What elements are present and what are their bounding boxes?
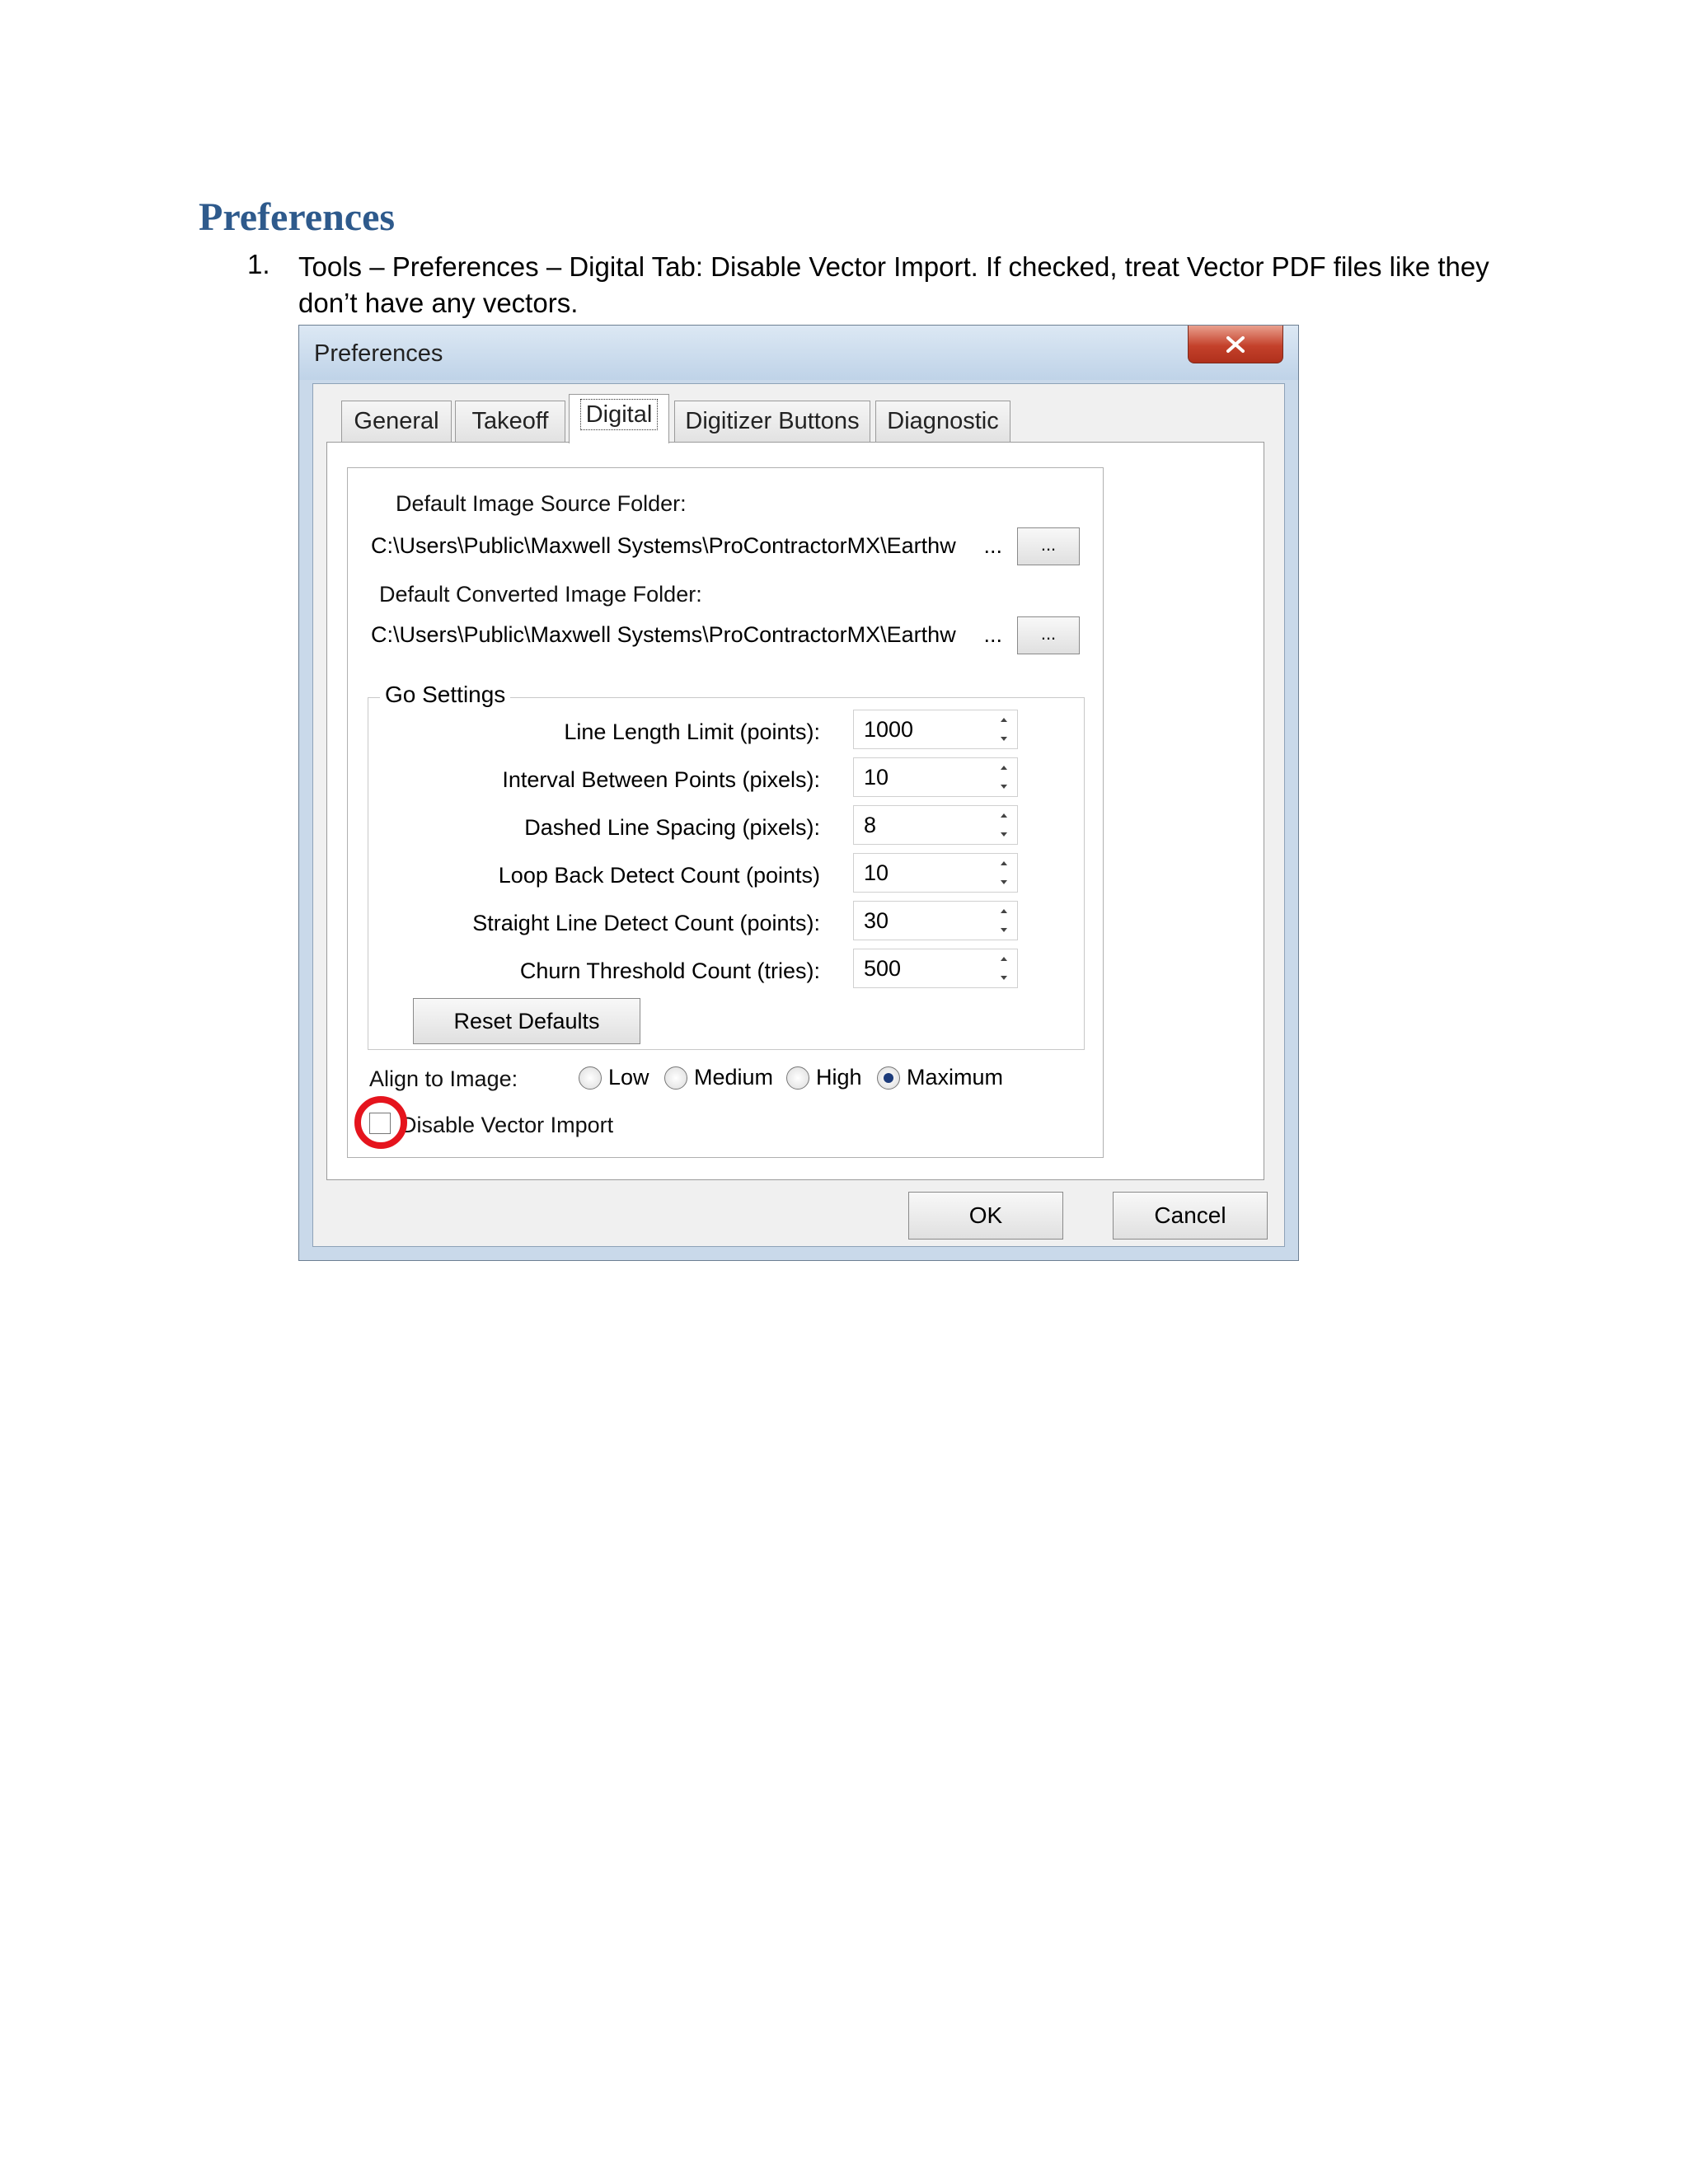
loop-back-label: Loop Back Detect Count (points)	[498, 863, 820, 888]
straight-line-stepper[interactable]: 30	[853, 901, 1018, 940]
digital-settings-group: Default Image Source Folder: C:\Users\Pu…	[347, 467, 1104, 1158]
digital-tab-page: Default Image Source Folder: C:\Users\Pu…	[326, 442, 1264, 1180]
line-length-stepper[interactable]: 1000	[853, 710, 1018, 749]
spinner-arrows-icon[interactable]	[991, 949, 1017, 987]
go-settings-title: Go Settings	[380, 682, 511, 708]
tab-takeoff[interactable]: Takeoff	[455, 401, 565, 442]
churn-threshold-stepper[interactable]: 500	[853, 949, 1018, 988]
cancel-button[interactable]: Cancel	[1113, 1192, 1268, 1240]
spinner-arrows-icon[interactable]	[991, 806, 1017, 844]
line-length-label: Line Length Limit (points):	[564, 719, 820, 744]
go-settings-group: Go Settings Line Length Limit (points): …	[368, 682, 1085, 1050]
radio-high[interactable]	[786, 1066, 809, 1090]
tab-diagnostic[interactable]: Diagnostic	[875, 401, 1010, 442]
tab-digitizer-buttons[interactable]: Digitizer Buttons	[674, 401, 870, 442]
tab-digital[interactable]: Digital	[569, 394, 669, 443]
close-button[interactable]	[1188, 326, 1283, 363]
radio-maximum[interactable]	[877, 1066, 900, 1090]
radio-medium[interactable]	[664, 1066, 687, 1090]
list-number: 1.	[247, 249, 270, 279]
dashed-spacing-stepper[interactable]: 8	[853, 805, 1018, 845]
spinner-arrows-icon[interactable]	[991, 710, 1017, 748]
align-low-radio[interactable]: Low	[579, 1065, 649, 1090]
page-heading: Preferences	[199, 195, 396, 239]
instruction-text: Tools – Preferences – Digital Tab: Disab…	[298, 251, 1489, 318]
ok-button[interactable]: OK	[908, 1192, 1063, 1240]
reset-defaults-button[interactable]: Reset Defaults	[413, 998, 640, 1044]
align-maximum-radio[interactable]: Maximum	[877, 1065, 1003, 1090]
dashed-spacing-label: Dashed Line Spacing (pixels):	[524, 815, 820, 840]
spinner-arrows-icon[interactable]	[991, 902, 1017, 940]
tab-general[interactable]: General	[341, 401, 452, 442]
dialog-body: General Takeoff Digital Digitizer Button…	[312, 383, 1285, 1247]
converted-folder-field[interactable]: C:\Users\Public\Maxwell Systems\ProContr…	[363, 615, 1010, 654]
spinner-arrows-icon[interactable]	[991, 854, 1017, 892]
churn-threshold-label: Churn Threshold Count (tries):	[519, 958, 820, 983]
converted-folder-label: Default Converted Image Folder:	[379, 582, 702, 607]
loop-back-stepper[interactable]: 10	[853, 853, 1018, 893]
spinner-arrows-icon[interactable]	[991, 758, 1017, 796]
interval-label: Interval Between Points (pixels):	[502, 767, 820, 792]
source-folder-field[interactable]: C:\Users\Public\Maxwell Systems\ProContr…	[363, 526, 1010, 565]
preferences-dialog: Preferences General Takeoff Digital Digi…	[298, 325, 1299, 1261]
dialog-title: Preferences	[314, 340, 443, 367]
highlight-circle	[354, 1096, 407, 1149]
straight-line-label: Straight Line Detect Count (points):	[472, 911, 820, 935]
source-folder-label: Default Image Source Folder:	[396, 491, 687, 516]
align-medium-radio[interactable]: Medium	[664, 1065, 773, 1090]
dialog-titlebar[interactable]: Preferences	[299, 326, 1298, 380]
close-icon	[1226, 335, 1245, 353]
align-to-image-label: Align to Image:	[369, 1066, 518, 1091]
source-browse-button[interactable]: ...	[1017, 527, 1080, 565]
converted-browse-button[interactable]: ...	[1017, 616, 1080, 654]
align-high-radio[interactable]: High	[786, 1065, 862, 1090]
radio-low[interactable]	[579, 1066, 602, 1090]
interval-stepper[interactable]: 10	[853, 757, 1018, 797]
disable-vector-label[interactable]: Disable Vector Import	[401, 1113, 613, 1138]
